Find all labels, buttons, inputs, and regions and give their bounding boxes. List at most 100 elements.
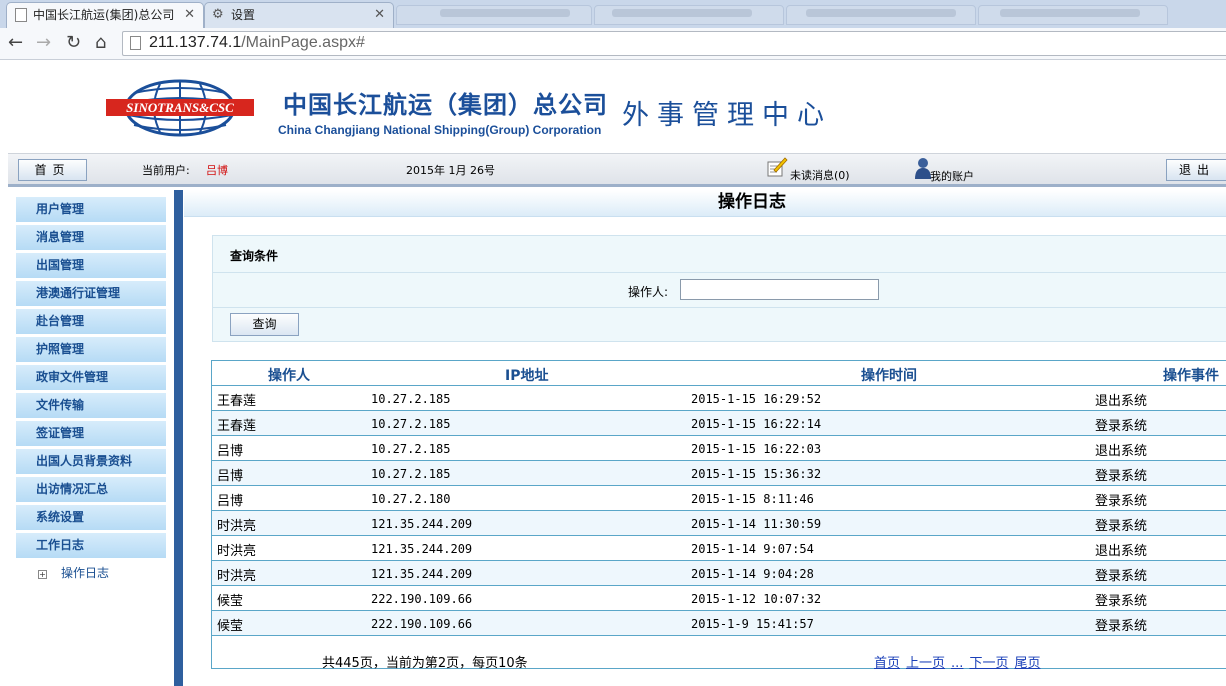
center-title: 外事管理中心 <box>622 100 832 131</box>
address-bar[interactable]: 211.137.74.1/MainPage.aspx# <box>122 31 1226 56</box>
cell-operator: 候莹 <box>217 594 244 609</box>
next-page-link[interactable]: 下一页 <box>969 656 1008 671</box>
home-button[interactable]: 首页 <box>18 159 87 181</box>
tab-title-blurred <box>612 9 752 17</box>
company-logo: SINOTRANS&CSC <box>106 79 254 137</box>
cell-ip: 121.35.244.209 <box>371 542 473 556</box>
cell-ip: 10.27.2.185 <box>371 442 451 456</box>
cell-operator: 时洪亮 <box>217 544 257 559</box>
first-page-link[interactable]: 首页 <box>874 656 900 671</box>
cell-time: 2015-1-15 16:22:03 <box>691 442 822 456</box>
my-account-link[interactable]: 我的账户 <box>930 168 974 184</box>
home-icon[interactable]: ⌂ <box>95 32 106 53</box>
table-row[interactable]: 候莹 222.190.109.66 2015-1-12 10:07:32 登录系… <box>212 586 1226 611</box>
site-header: SINOTRANS&CSC 中国长江航运（集团）总公司 China Changj… <box>0 61 1226 153</box>
browser-tab-settings[interactable]: ⚙ 设置 ✕ <box>204 2 394 28</box>
sidebar-item-user-management[interactable]: 用户管理 <box>16 197 166 222</box>
table-header: 操作人 IP地址 操作时间 操作事件 <box>212 361 1226 386</box>
divider <box>213 272 1226 273</box>
cell-time: 2015-1-14 9:04:28 <box>691 567 814 581</box>
search-button[interactable]: 查询 <box>230 313 299 336</box>
sidebar-item-going-abroad[interactable]: 出国管理 <box>16 253 166 278</box>
previous-page-link[interactable]: 上一页 <box>906 656 945 671</box>
cell-time: 2015-1-14 9:07:54 <box>691 542 814 556</box>
page-icon <box>130 36 141 50</box>
tab-title: 设置 <box>231 8 256 22</box>
table-row[interactable]: 王春莲 10.27.2.185 2015-1-15 16:22:14 登录系统 <box>212 411 1226 436</box>
table-row[interactable]: 时洪亮 121.35.244.209 2015-1-14 9:07:54 退出系… <box>212 536 1226 561</box>
back-icon[interactable]: ← <box>8 32 23 53</box>
operator-label: 操作人: <box>628 285 669 299</box>
sidebar-item-political-review[interactable]: 政审文件管理 <box>16 365 166 390</box>
current-user-label: 当前用户: <box>142 164 190 177</box>
table-row[interactable]: 时洪亮 121.35.244.209 2015-1-14 9:04:28 登录系… <box>212 561 1226 586</box>
cell-event: 退出系统 <box>1095 394 1148 409</box>
sidebar-item-personnel-background[interactable]: 出国人员背景资料 <box>16 449 166 474</box>
column-header-event[interactable]: 操作事件 <box>1163 365 1219 385</box>
browser-tab-active[interactable]: 中国长江航运(集团)总公司 ✕ <box>6 2 204 28</box>
sidebar-item-visa[interactable]: 签证管理 <box>16 421 166 446</box>
table-row[interactable]: 吕博 10.27.2.185 2015-1-15 15:36:32 登录系统 <box>212 461 1226 486</box>
cell-ip: 10.27.2.185 <box>371 392 451 406</box>
gear-icon: ⚙ <box>212 7 224 22</box>
sidebar-item-work-log[interactable]: 工作日志 <box>16 533 166 558</box>
cell-time: 2015-1-15 16:22:14 <box>691 417 822 431</box>
operator-input[interactable] <box>680 279 879 300</box>
sidebar-item-hk-macau-permit[interactable]: 港澳通行证管理 <box>16 281 166 306</box>
logo-text: SINOTRANS&CSC <box>126 100 234 115</box>
cell-event: 登录系统 <box>1095 594 1148 609</box>
forward-icon[interactable]: → <box>36 32 51 53</box>
cell-operator: 王春莲 <box>217 419 257 434</box>
table-row[interactable]: 时洪亮 121.35.244.209 2015-1-14 11:30:59 登录… <box>212 511 1226 536</box>
cell-time: 2015-1-15 15:36:32 <box>691 467 822 481</box>
table-row[interactable]: 吕博 10.27.2.180 2015-1-15 8:11:46 登录系统 <box>212 486 1226 511</box>
table-row[interactable]: 吕博 10.27.2.185 2015-1-15 16:22:03 退出系统 <box>212 436 1226 461</box>
cell-ip: 121.35.244.209 <box>371 567 473 581</box>
cell-time: 2015-1-15 8:11:46 <box>691 492 814 506</box>
close-icon[interactable]: ✕ <box>374 3 385 27</box>
cell-operator: 时洪亮 <box>217 569 257 584</box>
expand-icon[interactable]: + <box>38 570 47 579</box>
divider <box>213 307 1226 308</box>
cell-operator: 王春莲 <box>217 394 257 409</box>
column-header-time[interactable]: 操作时间 <box>861 365 917 385</box>
cell-ip: 121.35.244.209 <box>371 517 473 531</box>
pagination-info: 共445页，当前为第2页，每页10条 <box>322 656 528 671</box>
url-text: 211.137.74.1/MainPage.aspx# <box>149 34 365 51</box>
tab-title-blurred <box>1000 9 1140 17</box>
cell-time: 2015-1-9 15:41:57 <box>691 617 814 631</box>
tab-title-blurred <box>806 9 956 17</box>
sidebar-item-system-settings[interactable]: 系统设置 <box>16 505 166 530</box>
column-header-operator[interactable]: 操作人 <box>268 365 310 385</box>
message-icon[interactable] <box>766 156 788 178</box>
sidebar-item-passport[interactable]: 护照管理 <box>16 337 166 362</box>
cell-event: 登录系统 <box>1095 569 1148 584</box>
sidebar-subitem-operation-log[interactable]: + 操作日志 <box>38 564 109 581</box>
cell-ip: 222.190.109.66 <box>371 617 473 631</box>
company-name-en: China Changjiang National Shipping(Group… <box>278 123 602 137</box>
browser-toolbar: ← → ↻ ⌂ 211.137.74.1/MainPage.aspx# <box>0 28 1226 60</box>
reload-icon[interactable]: ↻ <box>66 32 81 53</box>
cell-event: 登录系统 <box>1095 619 1148 634</box>
column-header-ip[interactable]: IP地址 <box>505 365 548 385</box>
sidebar-item-file-transfer[interactable]: 文件传输 <box>16 393 166 418</box>
last-page-link[interactable]: 尾页 <box>1014 656 1040 671</box>
close-icon[interactable]: ✕ <box>184 3 195 27</box>
more-pages-link[interactable]: ... <box>951 656 963 671</box>
cell-time: 2015-1-12 10:07:32 <box>691 592 822 606</box>
cell-ip: 10.27.2.185 <box>371 467 451 481</box>
cell-time: 2015-1-15 16:29:52 <box>691 392 822 406</box>
cell-event: 登录系统 <box>1095 419 1148 434</box>
cell-operator: 时洪亮 <box>217 519 257 534</box>
unread-messages-link[interactable]: 未读消息(0) <box>790 167 850 183</box>
table-row[interactable]: 王春莲 10.27.2.185 2015-1-15 16:29:52 退出系统 <box>212 386 1226 411</box>
table-row[interactable]: 候莹 222.190.109.66 2015-1-9 15:41:57 登录系统 <box>212 611 1226 636</box>
query-title: 查询条件 <box>230 249 279 263</box>
sidebar-item-visit-summary[interactable]: 出访情况汇总 <box>16 477 166 502</box>
logout-button[interactable]: 退出 <box>1166 159 1226 181</box>
cell-event: 退出系统 <box>1095 444 1148 459</box>
sidebar-item-message-management[interactable]: 消息管理 <box>16 225 166 250</box>
cell-event: 退出系统 <box>1095 544 1148 559</box>
cell-ip: 10.27.2.180 <box>371 492 451 506</box>
sidebar-item-taiwan-travel[interactable]: 赴台管理 <box>16 309 166 334</box>
